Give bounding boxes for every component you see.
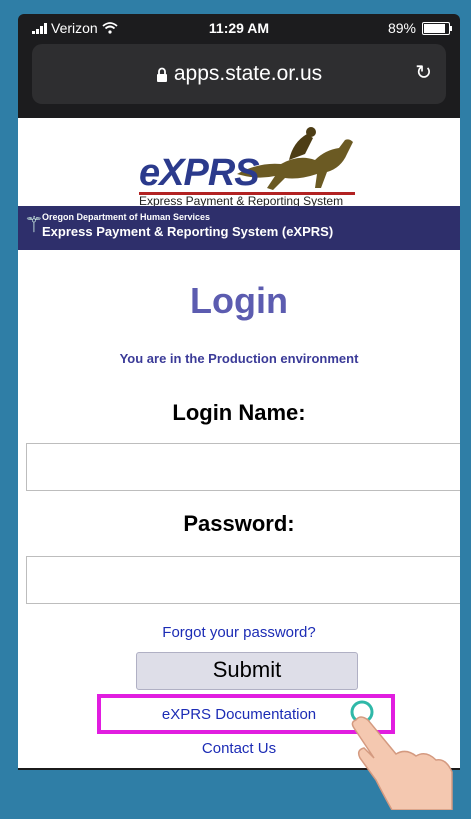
password-label: Password: bbox=[183, 511, 295, 536]
login-name-field[interactable] bbox=[26, 443, 460, 491]
page-content: eXPRS Express Payment & Reporting System… bbox=[18, 118, 460, 768]
battery-percent: 89% bbox=[387, 20, 416, 36]
environment-note: You are in the Production environment bbox=[119, 351, 359, 366]
pointing-hand-icon bbox=[350, 700, 453, 810]
address-bar[interactable]: apps.state.or.us ↻ bbox=[32, 44, 446, 104]
forgot-password-link[interactable]: Forgot your password? bbox=[18, 624, 460, 641]
browser-chrome: Verizon 11:29 AM 89% apps.state.or.us ↻ bbox=[18, 14, 460, 118]
reload-icon[interactable]: ↻ bbox=[415, 60, 432, 85]
page-title: Login bbox=[190, 280, 288, 321]
banner-title: Express Payment & Reporting System (eXPR… bbox=[42, 224, 334, 239]
password-field[interactable] bbox=[26, 556, 460, 604]
header-banner: ⚚ Oregon Department of Human Services Ex… bbox=[18, 206, 460, 250]
battery-icon bbox=[422, 21, 452, 35]
status-bar: Verizon 11:29 AM 89% bbox=[18, 14, 460, 42]
battery-group: 89% bbox=[387, 20, 452, 36]
lock-icon bbox=[156, 67, 167, 82]
url-text: apps.state.or.us bbox=[173, 62, 323, 85]
exprs-logo: eXPRS Express Payment & Reporting System bbox=[125, 122, 355, 210]
login-name-label: Login Name: bbox=[172, 400, 306, 425]
oregon-dhs-icon: ⚚ bbox=[24, 212, 44, 237]
logo-text: eXPRS bbox=[139, 152, 260, 194]
url-display[interactable]: apps.state.or.us bbox=[32, 62, 446, 86]
banner-org: Oregon Department of Human Services bbox=[42, 212, 211, 222]
submit-button[interactable]: Submit bbox=[136, 652, 358, 690]
